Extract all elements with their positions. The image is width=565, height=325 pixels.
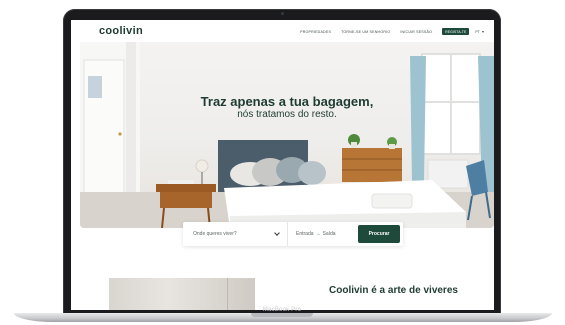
search-button[interactable]: Procurar xyxy=(358,225,400,243)
section-title: Coolivin é a arte de viveres xyxy=(329,285,458,296)
checkout-field[interactable]: Saída xyxy=(323,231,336,237)
bedroom-photo xyxy=(80,42,494,228)
laptop-notch xyxy=(251,313,313,317)
nav-link-properties[interactable]: PROPRIEDADES xyxy=(300,30,331,34)
nav-links: PROPRIEDADES TORNE-SE UM SENHORIO INICIA… xyxy=(290,28,484,35)
hero-title: Traz apenas a tua bagagem, xyxy=(200,94,374,109)
search-bar: Onde queres viver? Entrada → Saída Procu… xyxy=(183,222,403,246)
brand-logo[interactable]: coolivin xyxy=(99,25,143,37)
caret-down-icon xyxy=(482,30,484,33)
nav-link-login[interactable]: INICIAR SESSÃO xyxy=(400,30,432,34)
nav-link-become-landlord[interactable]: TORNE-SE UM SENHORIO xyxy=(341,30,390,34)
checkin-field[interactable]: Entrada xyxy=(296,231,314,237)
camera-icon xyxy=(280,12,284,15)
top-navbar: coolivin PROPRIEDADES TORNE-SE UM SENHOR… xyxy=(71,20,494,42)
browser-screen: coolivin PROPRIEDADES TORNE-SE UM SENHOR… xyxy=(71,20,494,310)
device-label: MacBook Pro xyxy=(262,307,302,313)
language-selector[interactable]: PT xyxy=(475,30,484,34)
laptop-frame: coolivin PROPRIEDADES TORNE-SE UM SENHOR… xyxy=(0,0,565,325)
location-dropdown[interactable]: Onde queres viver? xyxy=(183,222,288,246)
date-range-picker[interactable]: Entrada → Saída xyxy=(296,231,336,237)
hero-banner: Traz apenas a tua bagagem, nós tratamos … xyxy=(80,42,494,228)
signup-button[interactable]: REGISTA-TE xyxy=(442,28,470,35)
chevron-down-icon xyxy=(274,230,280,236)
arrow-right-icon: → xyxy=(315,231,321,237)
location-placeholder: Onde queres viver? xyxy=(193,231,237,237)
language-label: PT xyxy=(475,29,480,34)
section-image xyxy=(109,278,255,310)
hero-subtitle: nós tratamos do resto. xyxy=(237,109,337,120)
